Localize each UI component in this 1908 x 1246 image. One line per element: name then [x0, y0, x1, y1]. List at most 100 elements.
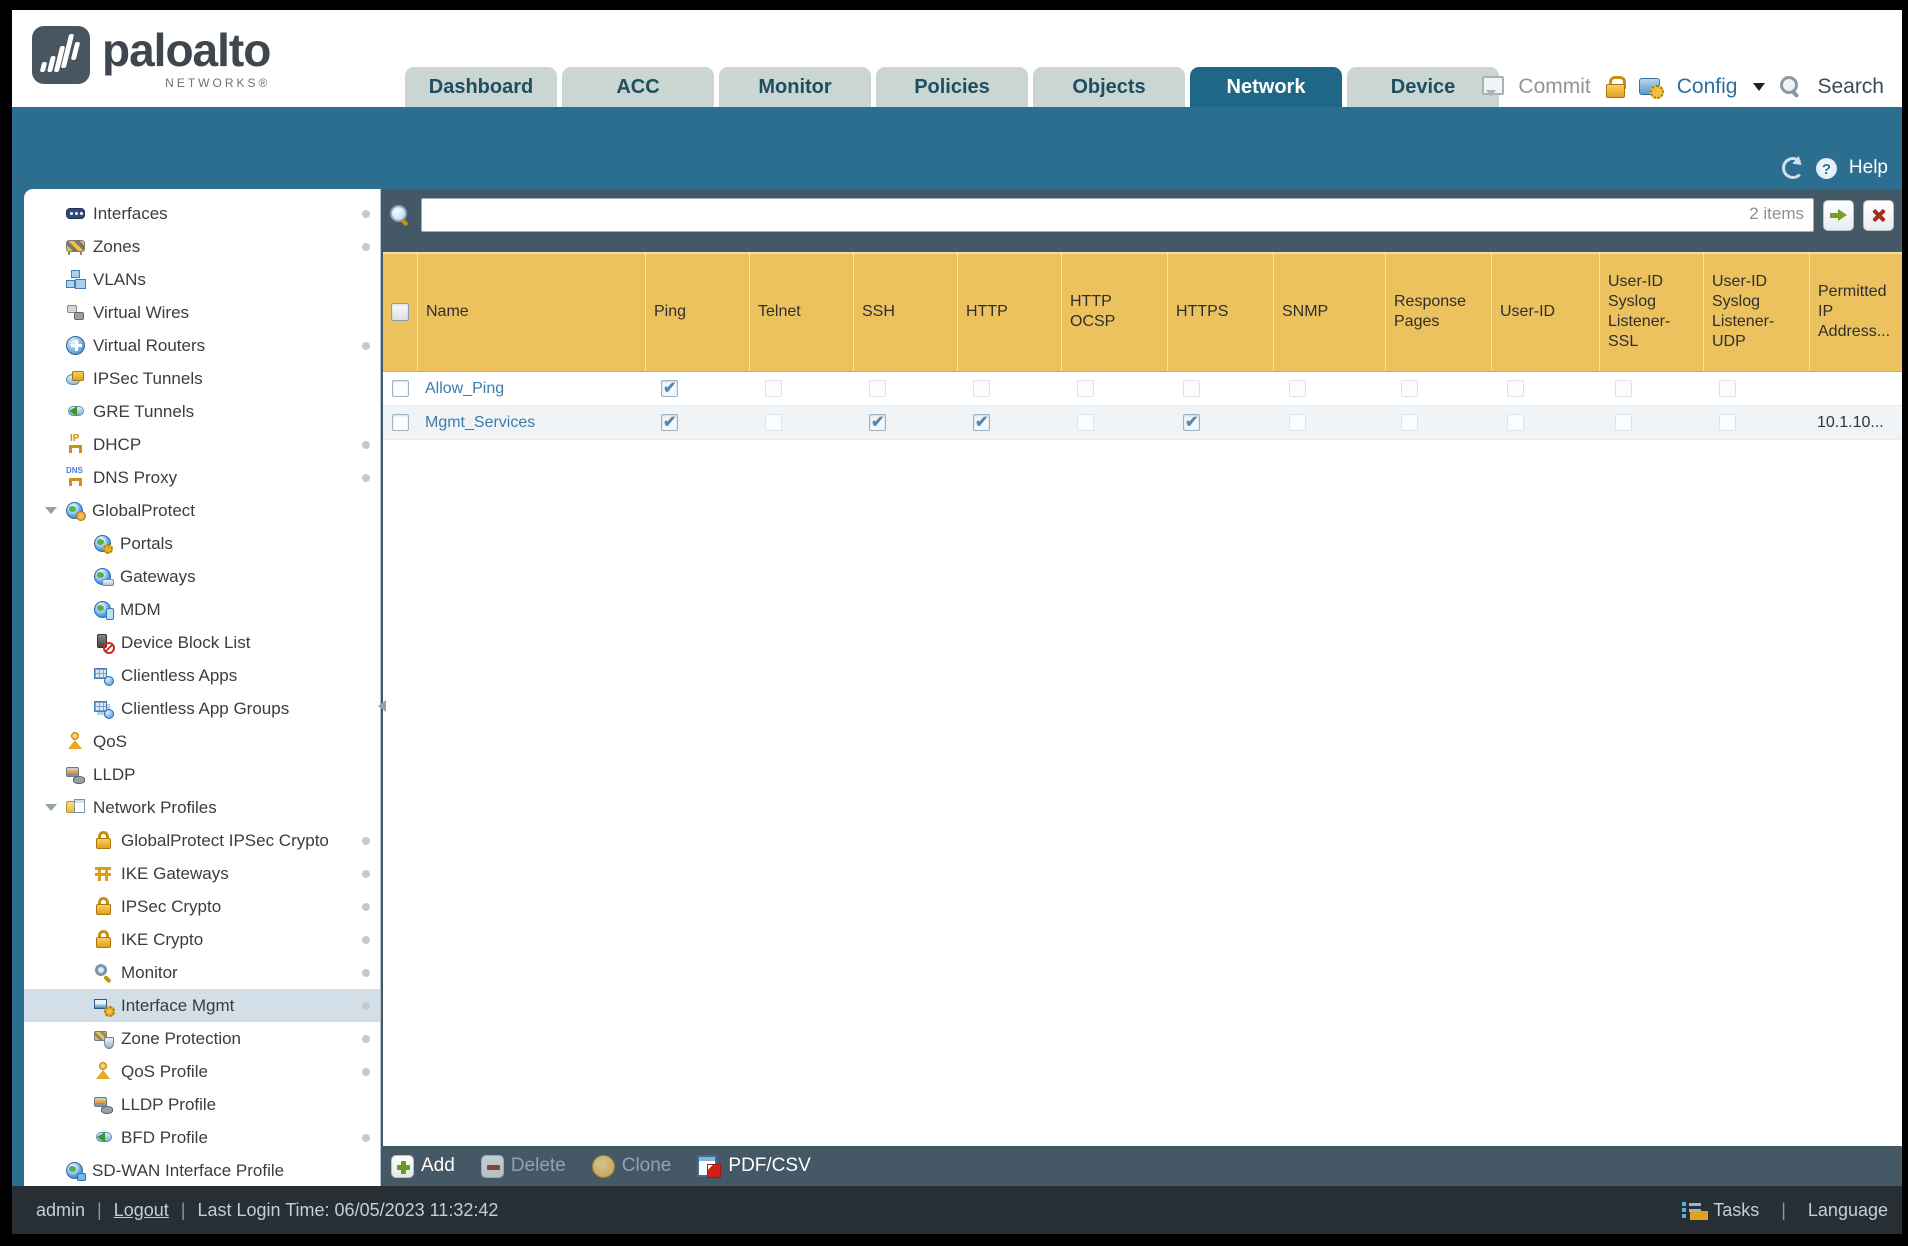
- sidebar-item-bfd-profile[interactable]: BFD Profile: [24, 1121, 380, 1154]
- sidebar-item-network-profiles[interactable]: Network Profiles: [24, 791, 380, 824]
- config-button[interactable]: Config: [1677, 75, 1738, 99]
- refresh-icon[interactable]: [1781, 157, 1804, 179]
- help-link[interactable]: Help: [1849, 157, 1888, 179]
- row-select-checkbox[interactable]: [391, 414, 409, 431]
- service-checkbox-http-ocsp[interactable]: [1077, 380, 1094, 397]
- column-header-ping[interactable]: Ping: [645, 252, 749, 371]
- column-header-snmp[interactable]: SNMP: [1273, 252, 1385, 371]
- pdf-csv-button[interactable]: PDF/CSV: [697, 1155, 811, 1178]
- language-link[interactable]: Language: [1808, 1200, 1888, 1221]
- tasks-link[interactable]: Tasks: [1713, 1200, 1759, 1221]
- sidebar-item-sd-wan-interface-profile[interactable]: SD-WAN Interface Profile: [24, 1154, 380, 1186]
- select-all-checkbox[interactable]: [391, 302, 409, 321]
- service-checkbox-ssh[interactable]: [869, 380, 886, 397]
- profile-name-link[interactable]: Allow_Ping: [425, 380, 504, 398]
- service-checkbox-user-id[interactable]: [1507, 380, 1524, 397]
- service-checkbox-telnet[interactable]: [765, 414, 782, 431]
- sidebar-collapse-icon[interactable]: [372, 700, 386, 712]
- service-checkbox-user-id[interactable]: [1507, 414, 1524, 431]
- add-button[interactable]: Add: [391, 1154, 455, 1178]
- sidebar-item-gateways[interactable]: Gateways: [24, 560, 380, 593]
- sidebar-item-clientless-apps[interactable]: Clientless Apps: [24, 659, 380, 692]
- column-header-user-id-syslog-listener-udp[interactable]: User-ID Syslog Listener-UDP: [1703, 252, 1809, 371]
- sidebar-item-dhcp[interactable]: DHCP: [24, 428, 380, 461]
- service-checkbox-user-id-syslog-listener-udp[interactable]: [1719, 414, 1736, 431]
- column-header-response-pages[interactable]: Response Pages: [1385, 252, 1491, 371]
- sidebar-item-dns-proxy[interactable]: DNS Proxy: [24, 461, 380, 494]
- sidebar-item-gre-tunnels[interactable]: GRE Tunnels: [24, 395, 380, 428]
- lock-icon[interactable]: [1605, 76, 1626, 98]
- service-checkbox-user-id-syslog-listener-ssl[interactable]: [1615, 414, 1632, 431]
- tab-objects[interactable]: Objects: [1033, 67, 1185, 107]
- column-header-http[interactable]: HTTP: [957, 252, 1061, 371]
- service-checkbox-ssh[interactable]: [869, 412, 886, 432]
- service-checkbox-http-ocsp[interactable]: [1077, 414, 1094, 431]
- tab-dashboard[interactable]: Dashboard: [405, 67, 557, 107]
- sidebar-item-lldp-profile[interactable]: LLDP Profile: [24, 1088, 380, 1121]
- logout-link[interactable]: Logout: [114, 1200, 169, 1221]
- search-icon[interactable]: [1779, 75, 1803, 99]
- column-header-ssh[interactable]: SSH: [853, 252, 957, 371]
- service-checkbox-ping[interactable]: [661, 378, 678, 398]
- service-checkbox-telnet[interactable]: [765, 380, 782, 397]
- profile-name-link[interactable]: Mgmt_Services: [425, 414, 535, 432]
- help-icon[interactable]: [1815, 157, 1837, 179]
- chevron-down-icon[interactable]: [1753, 83, 1766, 97]
- tab-monitor[interactable]: Monitor: [719, 67, 871, 107]
- sidebar-item-device-block-list[interactable]: Device Block List: [24, 626, 380, 659]
- search-button[interactable]: Search: [1817, 75, 1884, 99]
- commit-icon[interactable]: [1480, 76, 1505, 98]
- service-checkbox-https[interactable]: [1183, 380, 1200, 397]
- config-icon[interactable]: [1638, 76, 1664, 99]
- tasks-icon[interactable]: [1682, 1201, 1703, 1220]
- tab-network[interactable]: Network: [1190, 67, 1342, 107]
- column-header-user-id-syslog-listener-ssl[interactable]: User-ID Syslog Listener-SSL: [1599, 252, 1703, 371]
- sidebar-item-interface-mgmt[interactable]: Interface Mgmt: [24, 989, 380, 1022]
- sidebar-item-zones[interactable]: Zones: [24, 230, 380, 263]
- sidebar-item-monitor[interactable]: Monitor: [24, 956, 380, 989]
- service-checkbox-snmp[interactable]: [1289, 414, 1306, 431]
- column-header-permitted-ip-address[interactable]: Permitted IP Address...: [1809, 252, 1902, 371]
- tab-device[interactable]: Device: [1347, 67, 1499, 107]
- sidebar-item-portals[interactable]: Portals: [24, 527, 380, 560]
- service-checkbox-response-pages[interactable]: [1401, 414, 1418, 431]
- sidebar-item-zone-protection[interactable]: Zone Protection: [24, 1022, 380, 1055]
- sidebar-item-vlans[interactable]: VLANs: [24, 263, 380, 296]
- column-header-telnet[interactable]: Telnet: [749, 252, 853, 371]
- sidebar-item-globalprotect[interactable]: GlobalProtect: [24, 494, 380, 527]
- sidebar-item-clientless-app-groups[interactable]: Clientless App Groups: [24, 692, 380, 725]
- sidebar-item-qos-profile[interactable]: QoS Profile: [24, 1055, 380, 1088]
- sidebar-item-interfaces[interactable]: Interfaces: [24, 197, 380, 230]
- sidebar-item-globalprotect-ipsec-crypto[interactable]: GlobalProtect IPSec Crypto: [24, 824, 380, 857]
- column-header-http-ocsp[interactable]: HTTP OCSP: [1061, 252, 1167, 371]
- filter-input[interactable]: [421, 198, 1814, 232]
- sidebar-item-ipsec-tunnels[interactable]: IPSec Tunnels: [24, 362, 380, 395]
- service-checkbox-https[interactable]: [1183, 412, 1200, 432]
- tab-policies[interactable]: Policies: [876, 67, 1028, 107]
- column-header-https[interactable]: HTTPS: [1167, 252, 1273, 371]
- sidebar-item-virtual-routers[interactable]: Virtual Routers: [24, 329, 380, 362]
- sidebar-item-lldp[interactable]: LLDP: [24, 758, 380, 791]
- sidebar-item-ike-crypto[interactable]: IKE Crypto: [24, 923, 380, 956]
- sidebar-item-mdm[interactable]: MDM: [24, 593, 380, 626]
- tab-acc[interactable]: ACC: [562, 67, 714, 107]
- apply-filter-button[interactable]: [1823, 199, 1854, 231]
- row-select-checkbox[interactable]: [391, 380, 409, 397]
- column-header-name[interactable]: Name: [417, 252, 645, 371]
- delete-button[interactable]: Delete: [480, 1154, 566, 1178]
- clone-button[interactable]: Clone: [591, 1154, 671, 1178]
- commit-button[interactable]: Commit: [1518, 75, 1590, 99]
- sidebar-item-qos[interactable]: QoS: [24, 725, 380, 758]
- service-checkbox-user-id-syslog-listener-udp[interactable]: [1719, 380, 1736, 397]
- service-checkbox-user-id-syslog-listener-ssl[interactable]: [1615, 380, 1632, 397]
- service-checkbox-snmp[interactable]: [1289, 380, 1306, 397]
- sidebar-item-virtual-wires[interactable]: Virtual Wires: [24, 296, 380, 329]
- column-header-user-id[interactable]: User-ID: [1491, 252, 1599, 371]
- service-checkbox-http[interactable]: [973, 412, 990, 432]
- clear-filter-button[interactable]: [1863, 199, 1894, 231]
- sidebar-item-ike-gateways[interactable]: IKE Gateways: [24, 857, 380, 890]
- service-checkbox-ping[interactable]: [661, 412, 678, 432]
- service-checkbox-http[interactable]: [973, 380, 990, 397]
- sidebar-item-ipsec-crypto[interactable]: IPSec Crypto: [24, 890, 380, 923]
- service-checkbox-response-pages[interactable]: [1401, 380, 1418, 397]
